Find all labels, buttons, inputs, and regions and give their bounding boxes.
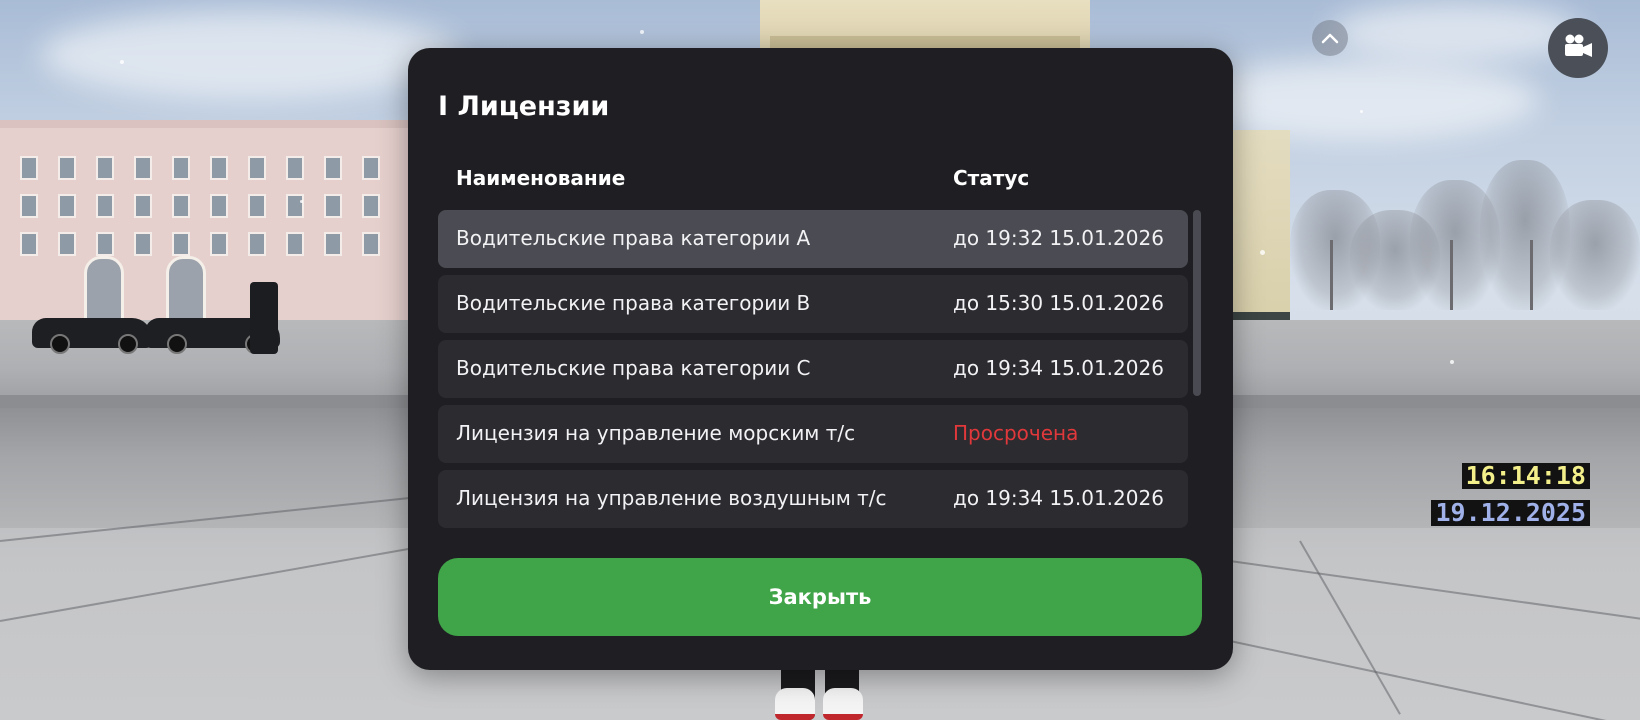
license-row[interactable]: Водительские права категории A до 19:32 …: [438, 210, 1188, 268]
building-window: [134, 232, 152, 256]
license-status: до 19:34 15.01.2026: [953, 356, 1164, 380]
building-window: [362, 194, 380, 218]
building-window: [172, 194, 190, 218]
list-scrollbar[interactable]: [1193, 210, 1201, 568]
building-window: [96, 156, 114, 180]
license-name: Водительские права категории C: [456, 356, 811, 380]
building-window: [172, 156, 190, 180]
license-name: Лицензия на управление воздушным т/с: [456, 486, 887, 510]
building-window: [362, 156, 380, 180]
license-status: до 19:34 15.01.2026: [953, 486, 1164, 510]
building-window: [210, 194, 228, 218]
building-window: [20, 232, 38, 256]
building-window: [96, 232, 114, 256]
license-status: Просрочена: [953, 421, 1079, 445]
close-button[interactable]: Закрыть: [438, 558, 1202, 636]
licenses-list[interactable]: Водительские права категории A до 19:32 …: [438, 210, 1188, 568]
building-window: [58, 194, 76, 218]
building-window: [58, 232, 76, 256]
building-window: [286, 156, 304, 180]
building-window: [286, 194, 304, 218]
license-name: Водительские права категории A: [456, 226, 811, 250]
license-row[interactable]: Лицензия на управление морским т/с Проср…: [438, 405, 1188, 463]
building-window: [248, 232, 266, 256]
hud-date: 19.12.2025: [1431, 500, 1590, 526]
video-camera-icon: [1562, 33, 1594, 63]
building-window: [20, 156, 38, 180]
building-window: [134, 156, 152, 180]
parked-car: [32, 318, 152, 354]
building-window: [324, 194, 342, 218]
building-window: [96, 194, 114, 218]
kiosk: [250, 282, 278, 354]
dialog-title: I Лицензии: [438, 91, 610, 122]
building-window: [134, 194, 152, 218]
building-arch: [166, 256, 206, 322]
chevron-up-icon: [1321, 29, 1339, 48]
building-window: [286, 232, 304, 256]
license-row[interactable]: Водительские права категории C до 19:34 …: [438, 340, 1188, 398]
winter-trees: [1290, 130, 1640, 310]
building-window: [362, 232, 380, 256]
building-window: [210, 232, 228, 256]
apartment-building: [0, 120, 410, 328]
column-header-status: Статус: [953, 166, 1030, 190]
license-name: Лицензия на управление морским т/с: [456, 421, 856, 445]
column-header-name: Наименование: [456, 166, 626, 190]
licenses-dialog: I Лицензии Наименование Статус Водительс…: [408, 48, 1233, 670]
building-window: [324, 232, 342, 256]
hud-time: 16:14:18: [1461, 463, 1590, 489]
building-arch: [84, 256, 124, 322]
camera-button[interactable]: [1548, 18, 1608, 78]
building-window: [172, 232, 190, 256]
collapse-hud-button[interactable]: [1312, 20, 1348, 56]
building-window: [210, 156, 228, 180]
scrollbar-thumb[interactable]: [1193, 210, 1201, 396]
building-window: [248, 156, 266, 180]
table-header: Наименование Статус: [438, 166, 1163, 196]
license-status: до 19:32 15.01.2026: [953, 226, 1164, 250]
building-window: [248, 194, 266, 218]
license-row[interactable]: Лицензия на управление воздушным т/с до …: [438, 470, 1188, 528]
license-row[interactable]: Водительские права категории B до 15:30 …: [438, 275, 1188, 333]
building-window: [324, 156, 342, 180]
license-status: до 15:30 15.01.2026: [953, 291, 1164, 315]
building-window: [20, 194, 38, 218]
license-name: Водительские права категории B: [456, 291, 811, 315]
building-window: [58, 156, 76, 180]
